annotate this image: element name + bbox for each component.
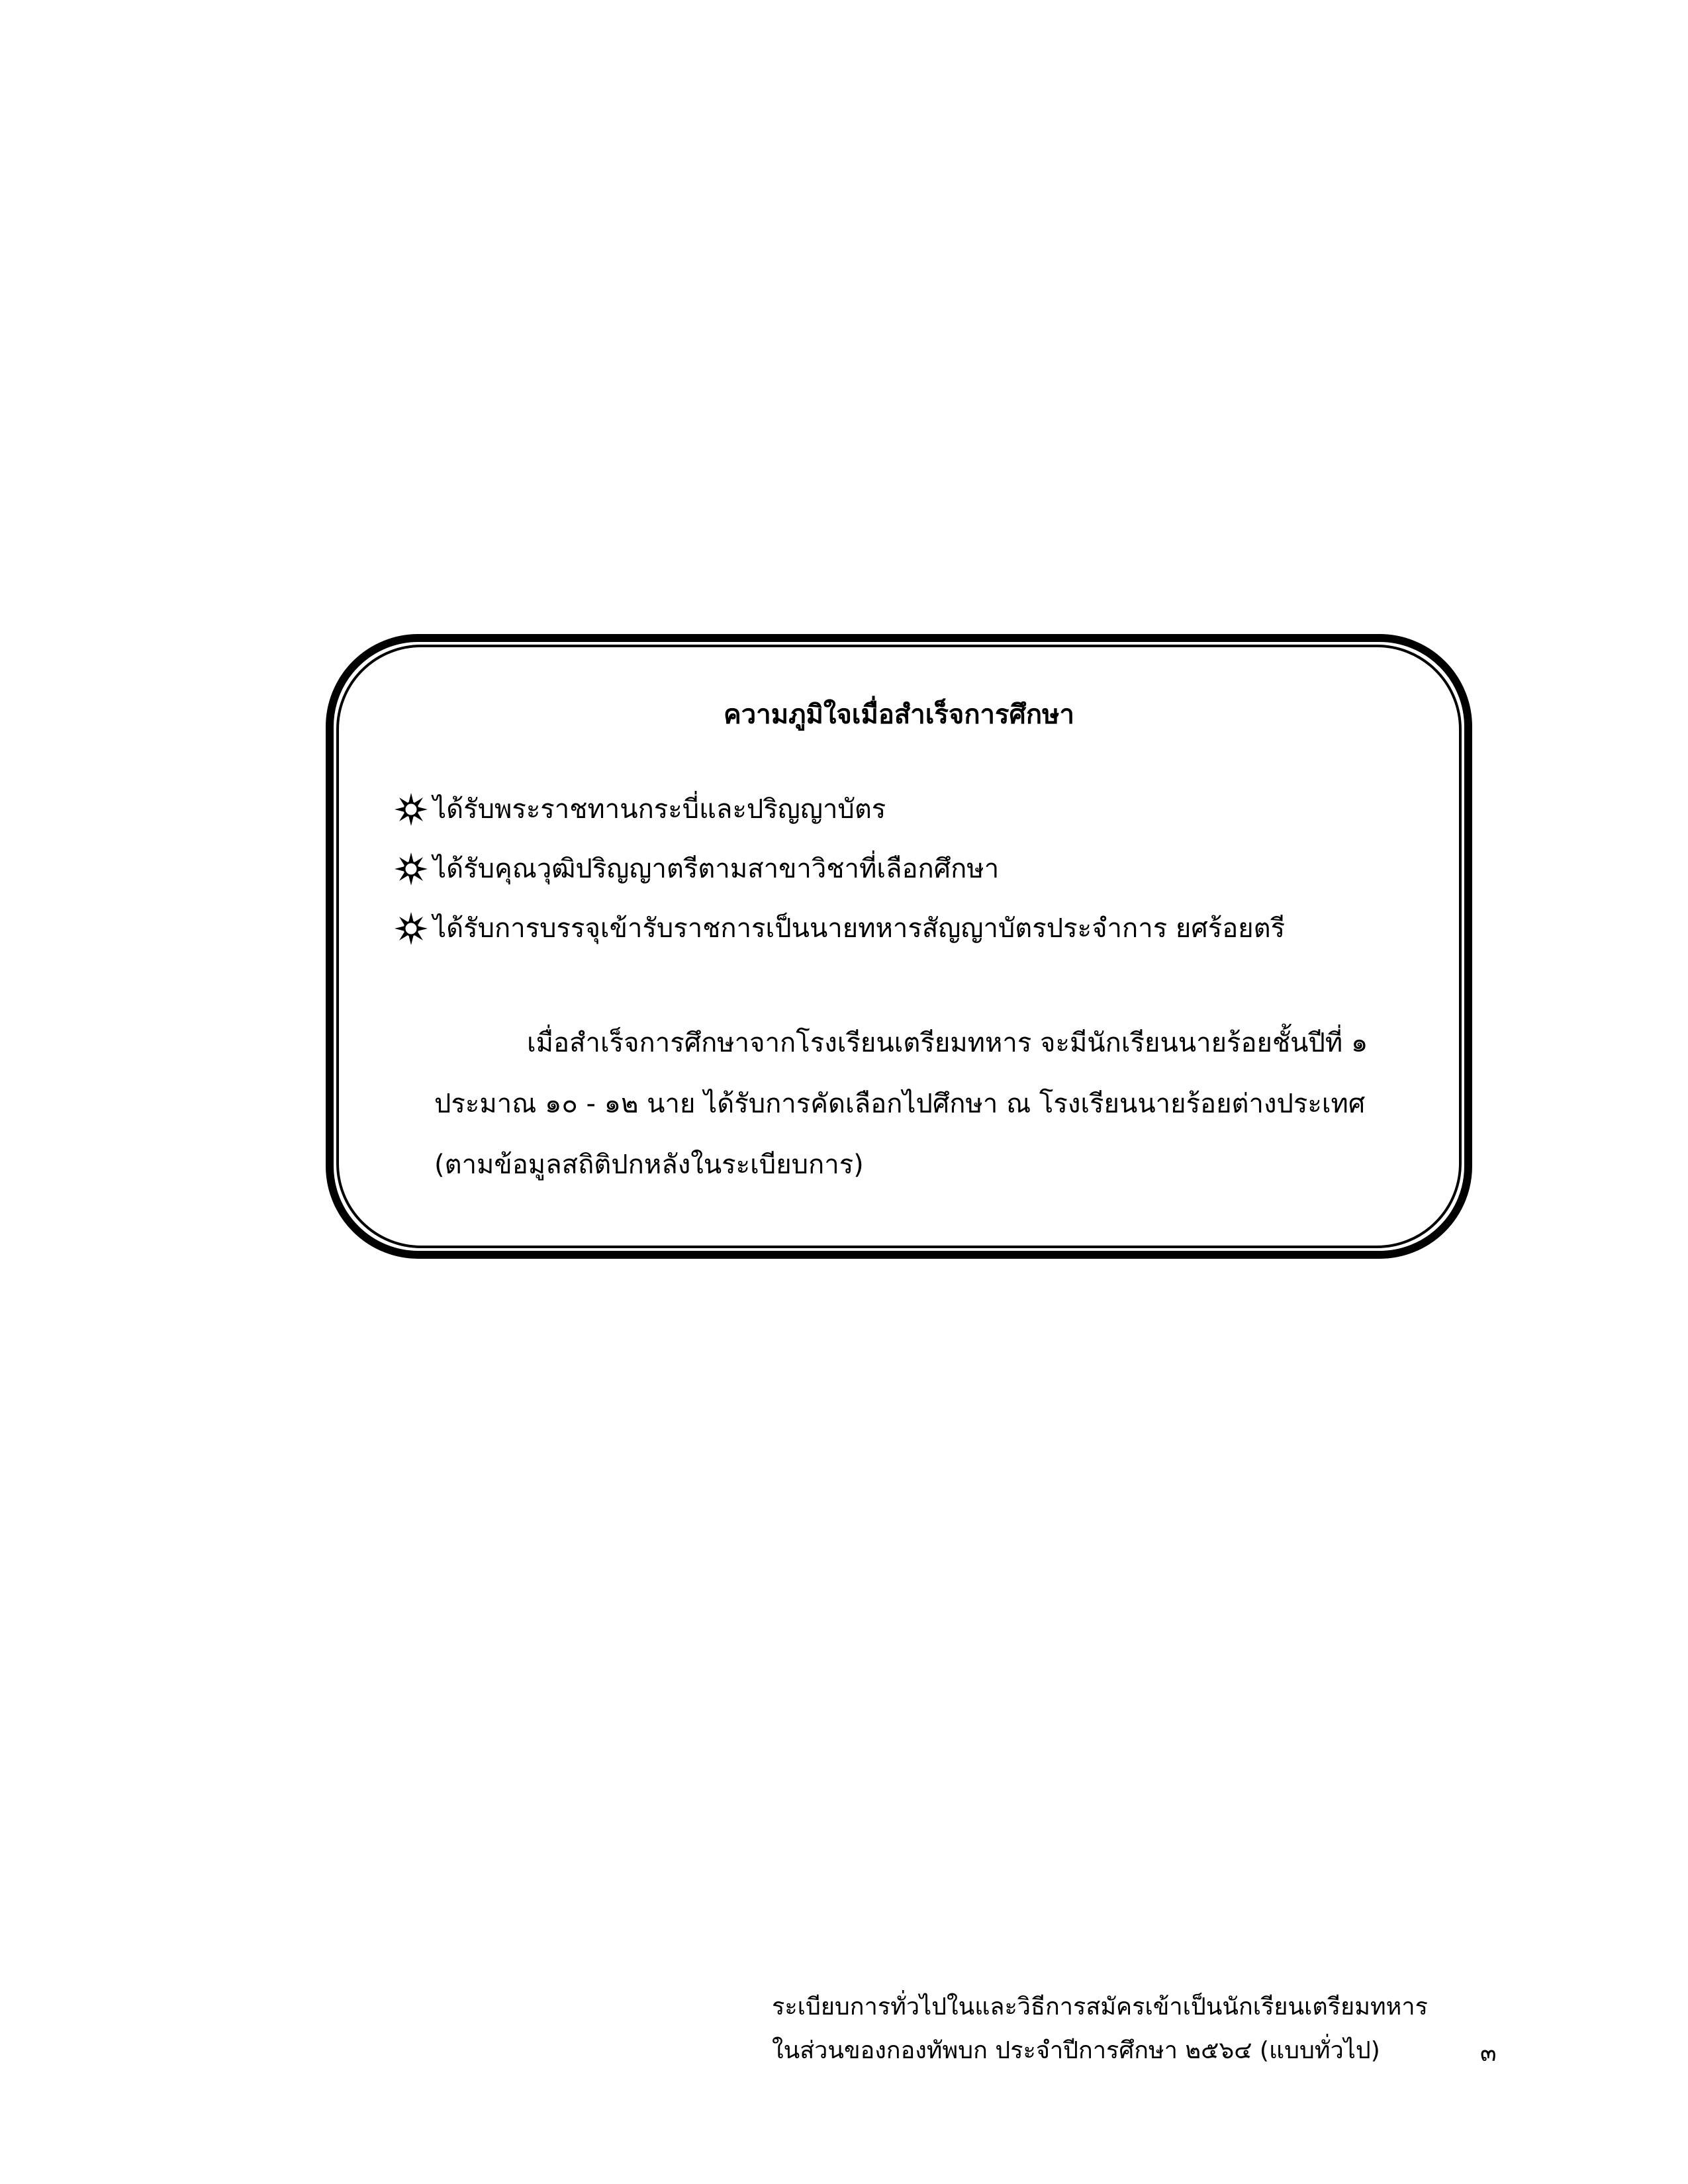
sun-icon [395, 852, 428, 886]
footer-line-2: ในส่วนของกองทัพบก ประจำปีการศึกษา ๒๕๖๔ (… [772, 2037, 1380, 2064]
bullet-text: ได้รับการบรรจุเข้ารับราชการเป็นนายทหารสั… [433, 913, 1286, 944]
paragraph-line: (ตามข้อมูลสถิติปกหลังในระเบียบการ) [434, 1150, 864, 1180]
footer-line-1: ระเบียบการทั่วไปในและวิธีการสมัครเข้าเป็… [772, 1993, 1428, 2021]
page-footer: ระเบียบการทั่วไปในและวิธีการสมัครเข้าเป็… [772, 1985, 1428, 2073]
list-item: ได้รับการบรรจุเข้ารับราชการเป็นนายทหารสั… [395, 899, 1285, 958]
bullet-text: ได้รับคุณวุฒิปริญญาตรีตามสาขาวิชาที่เลือ… [433, 854, 1000, 884]
sun-icon [395, 793, 428, 826]
box-paragraph: เมื่อสำเร็จการศึกษาจากโรงเรียนเตรียมทหาร… [434, 1013, 1394, 1195]
sun-icon [395, 912, 428, 945]
list-item: ได้รับพระราชทานกระบี่และปริญญาบัตร [395, 780, 1285, 839]
list-item: ได้รับคุณวุฒิปริญญาตรีตามสาขาวิชาที่เลือ… [395, 839, 1285, 899]
paragraph-line: เมื่อสำเร็จการศึกษาจากโรงเรียนเตรียมทหาร… [527, 1028, 1368, 1058]
box-title: ความภูมิใจเมื่อสำเร็จการศึกษา [724, 700, 1074, 730]
achievement-list: ได้รับพระราชทานกระบี่และปริญญาบัตร ได้รั… [395, 780, 1285, 958]
page-number: ๓ [1480, 2040, 1497, 2067]
paragraph-line: ประมาณ ๑๐ - ๑๒ นาย ได้รับการคัดเลือกไปศึ… [434, 1089, 1366, 1119]
bullet-text: ได้รับพระราชทานกระบี่และปริญญาบัตร [433, 794, 886, 825]
